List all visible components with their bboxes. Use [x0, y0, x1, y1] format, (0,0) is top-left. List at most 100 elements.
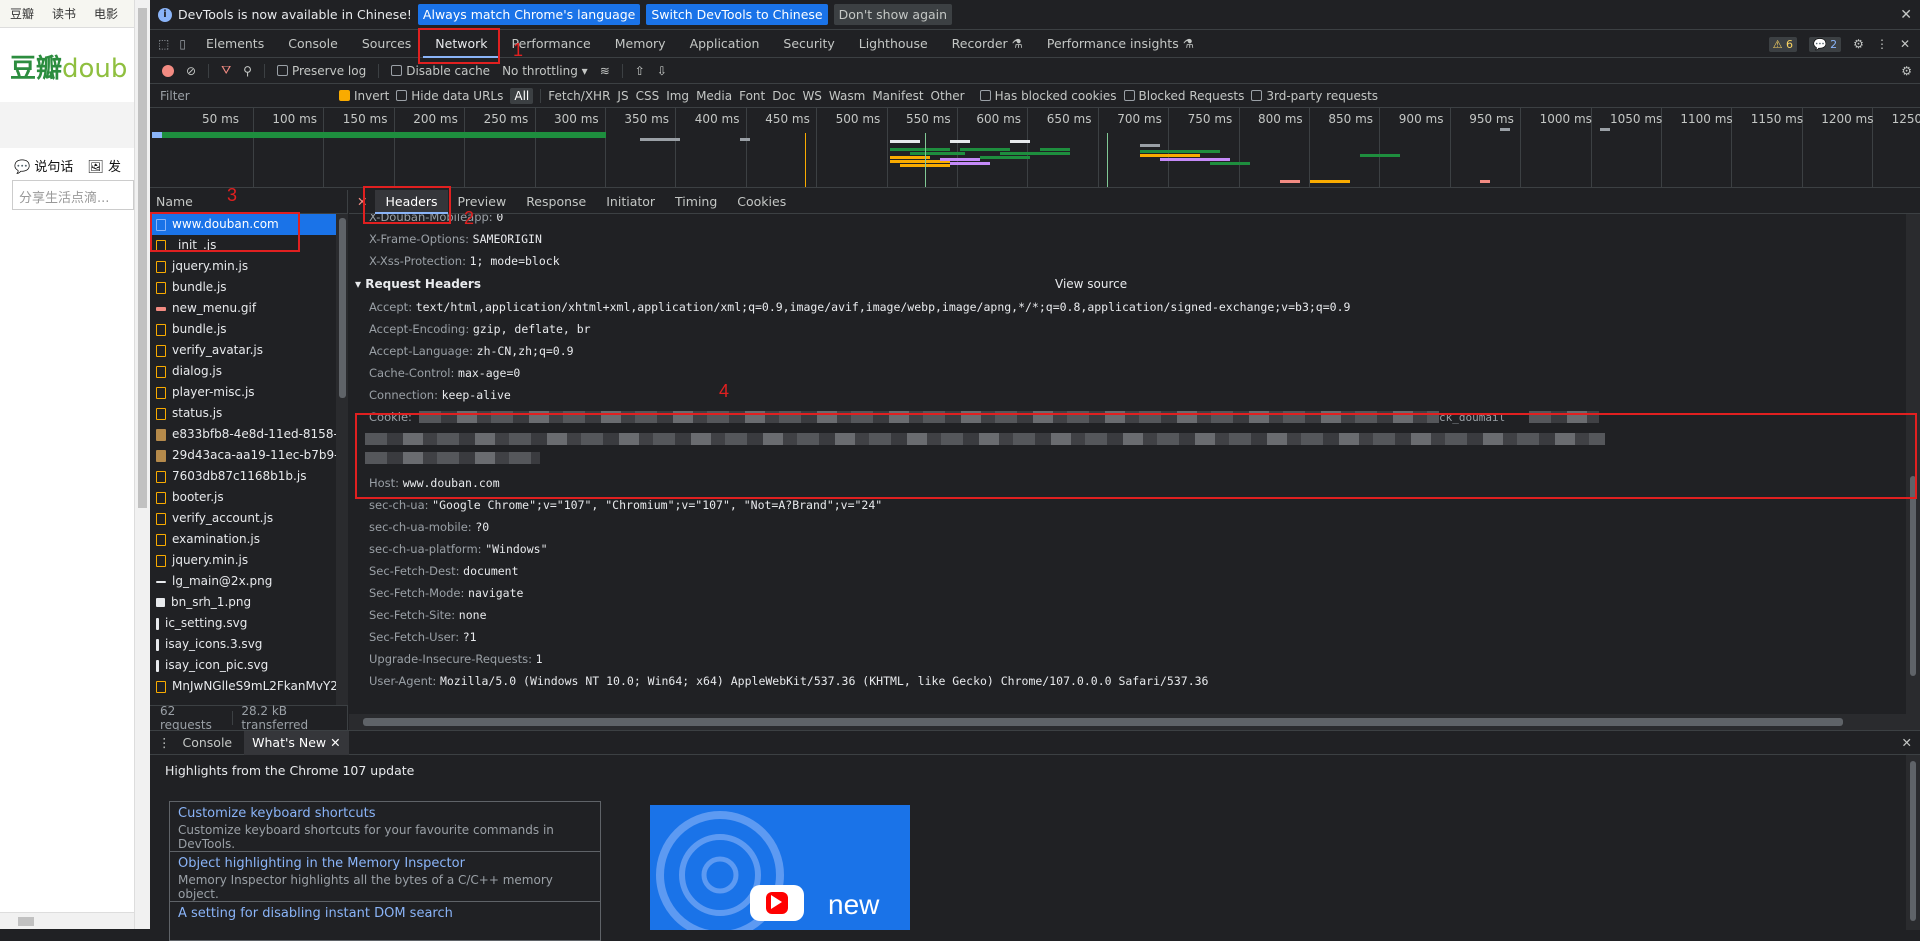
tab-cookies[interactable]: Cookies	[727, 190, 796, 214]
request-row[interactable]: booter.js	[150, 487, 347, 508]
filter-img[interactable]: Img	[666, 89, 689, 103]
import-har-icon[interactable]: ⇧	[635, 64, 645, 78]
tab-initiator[interactable]: Initiator	[596, 190, 665, 214]
details-vertical-scrollbar[interactable]	[1906, 214, 1920, 714]
tab-performance-insights[interactable]: Performance insights ⚗	[1035, 30, 1206, 58]
request-headers-section[interactable]: ▾ Request Headers View source	[349, 272, 1906, 296]
request-row[interactable]: 29d43aca-aa19-11ec-b7b9-6.	[150, 445, 347, 466]
whats-new-video-thumbnail[interactable]: new	[650, 805, 910, 930]
filter-font[interactable]: Font	[739, 89, 765, 103]
tab-sources[interactable]: Sources	[350, 30, 423, 58]
scrollbar-thumb[interactable]	[138, 8, 147, 508]
request-row[interactable]: MnJwNGlleS9mL2FkanMvY2...	[150, 676, 347, 697]
request-row[interactable]: verify_account.js	[150, 508, 347, 529]
filter-ws[interactable]: WS	[802, 89, 821, 103]
close-drawer-icon[interactable]: ✕	[1902, 735, 1912, 750]
network-overview-timeline[interactable]: 50 ms 100 ms 150 ms 200 ms 250 ms 300 ms 350 m…	[150, 108, 1920, 188]
request-row[interactable]: new_menu.gif	[150, 298, 347, 319]
tab-memory[interactable]: Memory	[603, 30, 678, 58]
request-list-scrollbar[interactable]	[336, 214, 348, 705]
close-devtools-icon[interactable]: ✕	[1900, 37, 1910, 51]
tab-security[interactable]: Security	[771, 30, 846, 58]
filter-js[interactable]: JS	[617, 89, 628, 103]
name-column-header[interactable]: Name	[150, 190, 347, 214]
tab-headers[interactable]: Headers	[375, 189, 448, 214]
request-row[interactable]: player-misc.js	[150, 382, 347, 403]
device-toolbar-icon[interactable]: ▯	[179, 37, 186, 51]
tab-response[interactable]: Response	[516, 190, 596, 214]
scrollbar-thumb[interactable]	[18, 917, 34, 926]
request-row[interactable]: bundle.js	[150, 319, 347, 340]
throttling-select[interactable]: No throttling ▾	[502, 64, 588, 78]
filter-media[interactable]: Media	[696, 89, 732, 103]
request-row[interactable]: lg_main@2x.png	[150, 571, 347, 592]
filter-input[interactable]: Filter	[156, 85, 332, 106]
has-blocked-cookies-checkbox[interactable]: Has blocked cookies	[979, 89, 1117, 103]
view-source-link[interactable]: View source	[1055, 272, 1127, 296]
filter-icon[interactable]: ⛛	[221, 63, 231, 78]
filter-css[interactable]: CSS	[636, 89, 660, 103]
request-row[interactable]: www.douban.com	[150, 214, 347, 235]
request-row[interactable]: 7603db87c1168b1b.js	[150, 466, 347, 487]
request-row[interactable]: e833bfb8-4e8d-11ed-8158-5	[150, 424, 347, 445]
tab-recorder[interactable]: Recorder ⚗	[940, 30, 1035, 58]
drawer-tab-console[interactable]: Console	[175, 731, 241, 755]
tab-elements[interactable]: Elements	[194, 30, 276, 58]
page-horizontal-scrollbar[interactable]	[0, 912, 134, 929]
drawer-scrollbar[interactable]	[1906, 755, 1920, 930]
topnav-link-books[interactable]: 读书	[52, 5, 76, 22]
request-row[interactable]: bn_srh_1.png	[150, 592, 347, 613]
invert-checkbox[interactable]: Invert	[339, 89, 389, 103]
whats-new-card[interactable]: Object highlighting in the Memory Inspec…	[169, 851, 601, 906]
close-icon[interactable]: ✕	[1900, 7, 1912, 23]
disable-cache-checkbox[interactable]: Disable cache	[391, 64, 490, 78]
topnav-link-douban[interactable]: 豆瓣	[10, 5, 34, 22]
preserve-log-checkbox[interactable]: Preserve log	[276, 64, 366, 78]
export-har-icon[interactable]: ⇩	[657, 64, 667, 78]
request-row[interactable]: status.js	[150, 403, 347, 424]
network-conditions-icon[interactable]: ≋	[600, 64, 610, 78]
request-row[interactable]: bundle.js	[150, 277, 347, 298]
filter-all[interactable]: All	[510, 87, 534, 104]
tab-network[interactable]: Network	[423, 30, 500, 58]
filter-doc[interactable]: Doc	[772, 89, 795, 103]
network-settings-icon[interactable]: ⚙	[1901, 64, 1912, 78]
request-row[interactable]: examination.js	[150, 529, 347, 550]
close-details-icon[interactable]: ✕	[349, 194, 375, 209]
request-row[interactable]: isay_icon_pic.svg	[150, 655, 347, 676]
whats-new-card[interactable]: A setting for disabling instant DOM sear…	[169, 901, 601, 941]
tab-console[interactable]: Console	[276, 30, 350, 58]
douban-logo[interactable]: 豆瓣doub	[10, 48, 127, 85]
tab-lighthouse[interactable]: Lighthouse	[847, 30, 940, 58]
filter-wasm[interactable]: Wasm	[829, 89, 865, 103]
switch-language-button[interactable]: Switch DevTools to Chinese	[646, 4, 828, 25]
blocked-requests-checkbox[interactable]: Blocked Requests	[1123, 89, 1244, 103]
clear-icon[interactable]: ⊘	[186, 64, 196, 78]
tab-application[interactable]: Application	[678, 30, 772, 58]
whats-new-card[interactable]: Customize keyboard shortcuts Customize k…	[169, 801, 601, 856]
page-vertical-scrollbar[interactable]	[134, 0, 150, 929]
card-title[interactable]: Customize keyboard shortcuts	[178, 806, 592, 821]
search-icon[interactable]: ⚲	[243, 64, 252, 78]
filter-fetch-xhr[interactable]: Fetch/XHR	[548, 89, 610, 103]
filter-manifest[interactable]: Manifest	[872, 89, 923, 103]
card-title[interactable]: Object highlighting in the Memory Inspec…	[178, 856, 592, 871]
close-tab-icon[interactable]: ✕	[330, 735, 340, 750]
post-link[interactable]: 🖼 发	[87, 156, 121, 175]
scrollbar-thumb[interactable]	[339, 218, 346, 398]
filter-other[interactable]: Other	[931, 89, 965, 103]
card-title[interactable]: A setting for disabling instant DOM sear…	[178, 906, 592, 921]
say-something-link[interactable]: 💬 说句话	[14, 156, 73, 175]
request-row[interactable]: verify_avatar.js	[150, 340, 347, 361]
scrollbar-thumb[interactable]	[1910, 761, 1916, 921]
messages-badge[interactable]: 💬 2	[1808, 36, 1842, 52]
topnav-link-movies[interactable]: 电影	[94, 5, 118, 22]
status-input[interactable]: 分享生活点滴...	[12, 180, 134, 210]
request-row[interactable]: ic_setting.svg	[150, 613, 347, 634]
request-row[interactable]: isay_icons.3.svg	[150, 634, 347, 655]
more-menu-icon[interactable]: ⋮	[1876, 37, 1888, 51]
hide-data-urls-checkbox[interactable]: Hide data URLs	[396, 89, 503, 103]
drawer-tab-whats-new[interactable]: What's New ✕	[244, 730, 349, 755]
warnings-badge[interactable]: ⚠ 6	[1768, 36, 1797, 52]
scrollbar-thumb[interactable]	[363, 718, 1843, 726]
